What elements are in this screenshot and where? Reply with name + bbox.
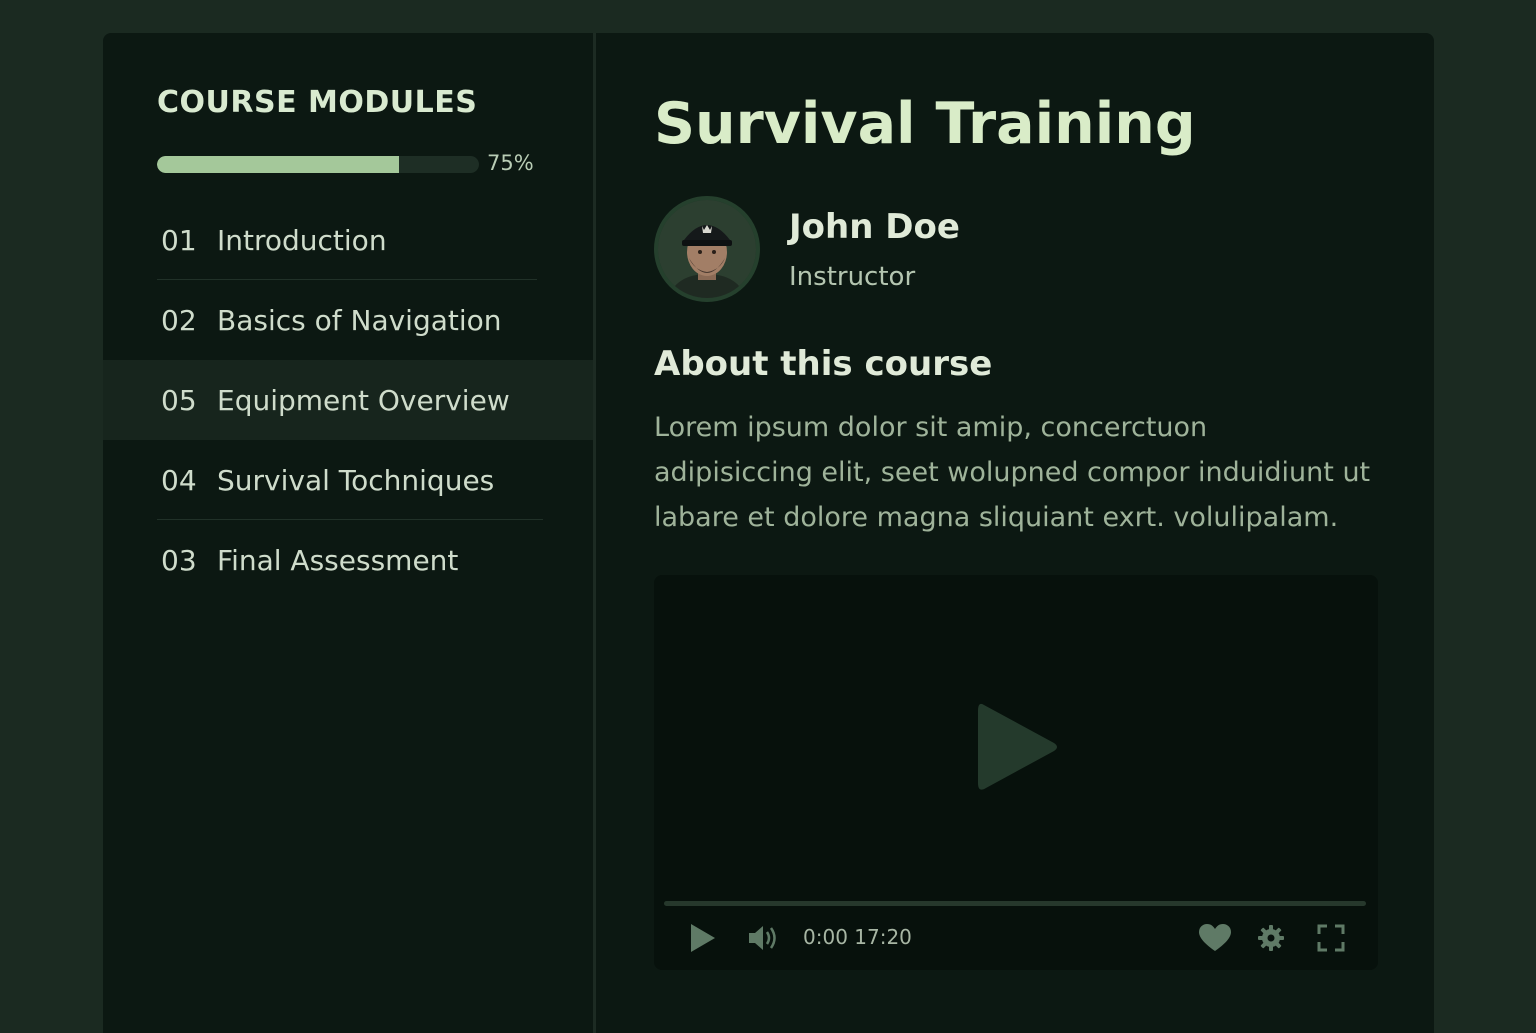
instructor-avatar — [654, 196, 760, 302]
module-item-survival-techniques[interactable]: 04 Survival Tochniques — [103, 440, 593, 520]
video-controls: 0:00 17:20 — [654, 917, 1378, 959]
module-item-basics-of-navigation[interactable]: 02 Basics of Navigation — [103, 280, 593, 360]
module-number: 02 — [161, 303, 197, 337]
video-seek-bar[interactable] — [664, 901, 1366, 906]
course-progress-fill — [157, 156, 399, 173]
settings-gear-icon — [1258, 925, 1284, 951]
heart-icon — [1199, 924, 1231, 951]
instructor-name: John Doe — [789, 207, 960, 247]
settings-button[interactable] — [1257, 917, 1285, 959]
module-label: Final Assessment — [217, 543, 459, 577]
fullscreen-icon — [1317, 924, 1345, 952]
module-number: 03 — [161, 543, 197, 577]
avatar-image — [658, 200, 756, 298]
module-label: Survival Tochniques — [217, 463, 495, 497]
fullscreen-button[interactable] — [1317, 917, 1345, 959]
module-item-equipment-overview[interactable]: 05 Equipment Overview — [103, 360, 593, 440]
favorite-button[interactable] — [1198, 917, 1232, 959]
course-content: Survival Training John Doe Instructor Ab… — [596, 33, 1434, 1033]
play-button[interactable] — [688, 917, 718, 959]
module-label: Equipment Overview — [217, 383, 510, 417]
course-app: COURSE MODULES 75% 01 Introduction 02 Ba… — [103, 33, 1434, 1033]
course-progress-label: 75% — [487, 151, 534, 175]
module-number: 05 — [161, 383, 197, 417]
volume-icon — [749, 926, 776, 950]
video-player[interactable]: 0:00 17:20 — [654, 575, 1378, 970]
sidebar-title: COURSE MODULES — [157, 85, 478, 120]
module-item-final-assessment[interactable]: 03 Final Assessment — [103, 520, 593, 600]
video-time: 0:00 17:20 — [803, 925, 912, 949]
instructor-role: Instructor — [789, 262, 916, 292]
page-title: Survival Training — [654, 91, 1196, 157]
sidebar: COURSE MODULES 75% 01 Introduction 02 Ba… — [103, 33, 593, 1033]
about-heading: About this course — [654, 344, 993, 384]
course-progress-bar — [157, 156, 479, 173]
module-label: Basics of Navigation — [217, 303, 502, 337]
module-number: 01 — [161, 223, 197, 257]
about-description: Lorem ipsum dolor sit amip, concerctuon … — [654, 412, 1371, 533]
module-item-introduction[interactable]: 01 Introduction — [103, 200, 593, 280]
module-number: 04 — [161, 463, 197, 497]
play-icon[interactable] — [976, 699, 1060, 795]
module-label: Introduction — [217, 223, 387, 257]
module-list: 01 Introduction 02 Basics of Navigation … — [103, 200, 593, 600]
play-icon — [691, 924, 715, 952]
volume-button[interactable] — [747, 917, 779, 959]
